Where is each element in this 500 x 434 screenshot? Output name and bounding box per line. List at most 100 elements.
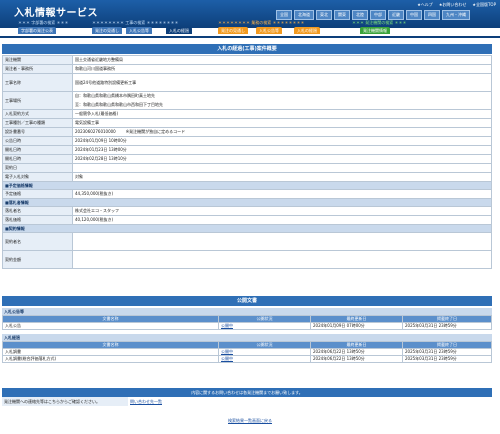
doc-name: 入札公告 bbox=[2, 322, 219, 330]
region-kanto[interactable]: 関東 bbox=[334, 10, 350, 20]
detail-label: 落札価格 bbox=[2, 215, 73, 225]
detail-value bbox=[72, 232, 492, 251]
tab-underline bbox=[0, 36, 500, 38]
detail-value: 一般競争入札(最低価格) bbox=[72, 109, 492, 119]
contact-text: 発注機関への連絡先等はこちらからご確認ください。 bbox=[2, 397, 128, 406]
progress-docs-section: 入札経過 文書名称 公開状況 最終更新日 掲載終了日 入札調書 公開中 2024… bbox=[2, 334, 492, 363]
detail-value bbox=[72, 163, 492, 173]
detail-label: 入札契約方式 bbox=[2, 109, 73, 119]
detail-value: 和歌山河川国道事務所 bbox=[72, 64, 492, 74]
detail-label: 予定価格 bbox=[2, 189, 73, 199]
table-row: 入札調書 公開中 2024年06月22日 13時50分 2025年03月31日 … bbox=[2, 348, 492, 356]
col-updated: 最終更新日 bbox=[310, 341, 403, 349]
detail-row: 電子入札対象 対象 bbox=[2, 172, 492, 182]
tab-construction-progress[interactable]: 入札の経過 bbox=[166, 27, 192, 34]
design-number: 2023060276010000 bbox=[75, 129, 116, 134]
group-title: ■落札者情報 bbox=[2, 198, 492, 207]
doc-end: 2025年03月31日 23時59分 bbox=[402, 322, 492, 330]
detail-label: 契約者名 bbox=[2, 232, 73, 251]
detail-row: 落札価格 40,120,000(税抜き) bbox=[2, 215, 492, 225]
col-doc-name: 文書名称 bbox=[2, 315, 219, 323]
col-end: 掲載終了日 bbox=[402, 315, 492, 323]
back-to-results-link[interactable]: 検索結果一覧画面に戻る bbox=[228, 418, 272, 423]
detail-value: 2024年01月23日 13時00分 bbox=[72, 145, 492, 155]
contact-banner: 内容に関するお問い合わせは各発注機関までお願い致します。 bbox=[2, 388, 492, 397]
detail-value: 2024年02月28日 13時10分 bbox=[72, 154, 492, 164]
table-row: 入札調書(総合評価落札方式) 公開中 2024年06月22日 13時50分 20… bbox=[2, 355, 492, 363]
price-group-header: ■予定価格情報 bbox=[2, 181, 492, 190]
tab-dept-publish[interactable]: 字部署の発注公表 bbox=[18, 27, 56, 34]
contract-group-header: ■契約情報 bbox=[2, 224, 492, 233]
tab-construction-notices[interactable]: 入札公告等 bbox=[126, 27, 152, 34]
detail-value: 自：和歌山県和歌山県橋本市隅田町真土地先 至：和歌山県和歌山県和歌山市西和田下丁目… bbox=[72, 91, 492, 110]
detail-value: 国土交通省近畿地方整備局 bbox=[72, 55, 492, 65]
detail-value: 電気設備工事 bbox=[72, 118, 492, 128]
col-status: 公開状況 bbox=[218, 315, 311, 323]
section-title: 入札の経過(工事)案件概要 bbox=[2, 44, 492, 54]
detail-label: 発注者・事務所 bbox=[2, 64, 73, 74]
detail-label: 落札者名 bbox=[2, 206, 73, 216]
tab-construction-outlook[interactable]: 発注の見通し bbox=[92, 27, 122, 34]
detail-value: 44,350,000(税抜き) bbox=[72, 189, 492, 199]
detail-label: 開札日時 bbox=[2, 154, 73, 164]
tab-agency-info[interactable]: 発注機関情報 bbox=[360, 27, 390, 34]
detail-label: 発注機関 bbox=[2, 55, 73, 65]
detail-value: 対象 bbox=[72, 172, 492, 182]
help-link[interactable]: ★ヘルプ bbox=[417, 2, 433, 8]
detail-row: 契約日 bbox=[2, 163, 492, 173]
tab-services-progress[interactable]: 入札の経過 bbox=[294, 27, 320, 34]
detail-label: 開札日時 bbox=[2, 145, 73, 155]
detail-label: 電子入札対象 bbox=[2, 172, 73, 182]
tab-services-outlook[interactable]: 発注の見通し bbox=[218, 27, 248, 34]
doc-end: 2025年03月31日 23時59分 bbox=[402, 348, 492, 356]
notice-docs-section: 入札公告等 文書名称 公開状況 最終更新日 掲載終了日 入札公告 公開中 202… bbox=[2, 308, 492, 330]
doc-status-link[interactable]: 公開中 bbox=[218, 322, 311, 330]
col-updated: 最終更新日 bbox=[310, 315, 403, 323]
detail-value bbox=[72, 250, 492, 269]
design-number-note: ※発注機関が独自に定めるコード bbox=[125, 129, 186, 134]
tab-bar: 字部署の発注公表 発注の見通し 入札公告等 入札の経過 発注の見通し 入札公告等… bbox=[0, 27, 500, 36]
location-to: 至：和歌山県和歌山県和歌山市西和田下丁目地先 bbox=[75, 102, 163, 107]
detail-label: 工事場所 bbox=[2, 91, 73, 110]
doc-updated: 2024年06月22日 13時50分 bbox=[310, 348, 403, 356]
public-docs-title: 公開文書 bbox=[2, 296, 492, 306]
detail-row: 開札日時 2024年02月28日 13時10分 bbox=[2, 154, 492, 164]
detail-row: 設計書番号 2023060276010000 ※発注機関が独自に定めるコード bbox=[2, 127, 492, 137]
region-zenkoku[interactable]: 全国 bbox=[276, 10, 292, 20]
doc-status-link[interactable]: 公開中 bbox=[218, 348, 311, 356]
progress-docs-table: 文書名称 公開状況 最終更新日 掲載終了日 入札調書 公開中 2024年06月2… bbox=[2, 341, 492, 363]
region-shikoku[interactable]: 四国 bbox=[424, 10, 440, 20]
detail-value: 2024年01月09日 10時00分 bbox=[72, 136, 492, 146]
case-detail-table: 発注機関 国土交通省近畿地方整備局 発注者・事務所 和歌山河川国道事務所 工事名称国… bbox=[2, 55, 492, 269]
col-end: 掲載終了日 bbox=[402, 341, 492, 349]
tab-services-notices[interactable]: 入札公告等 bbox=[256, 27, 282, 34]
region-hokkaido[interactable]: 北海道 bbox=[294, 10, 314, 20]
doc-status-link[interactable]: 公開中 bbox=[218, 355, 311, 363]
detail-value: 株式会社エコ・スタッフ bbox=[72, 206, 492, 216]
region-kyushu[interactable]: 九州・沖縄 bbox=[442, 10, 470, 20]
detail-row: 契約金額 bbox=[2, 250, 492, 269]
progress-docs-header: 入札経過 bbox=[2, 334, 492, 341]
group-title: ■契約情報 bbox=[2, 224, 492, 233]
notice-docs-header: 入札公告等 bbox=[2, 308, 492, 315]
detail-label: 契約金額 bbox=[2, 250, 73, 269]
region-chugoku[interactable]: 中国 bbox=[406, 10, 422, 20]
winner-group-header: ■落札者情報 bbox=[2, 198, 492, 207]
contact-link[interactable]: ★お問い合わせ bbox=[439, 2, 467, 8]
detail-value: 2023060276010000 ※発注機関が独自に定めるコード bbox=[72, 127, 492, 137]
contact-list-link[interactable]: 問い合わせ先一覧 bbox=[128, 397, 162, 406]
tab-group-agency: ＊＊＊ 発注機関の検索 ＊＊＊ bbox=[352, 20, 407, 25]
region-hokuriku[interactable]: 北陸 bbox=[352, 10, 368, 20]
region-chubu[interactable]: 中部 bbox=[370, 10, 386, 20]
detail-row: 予定価格 44,350,000(税抜き) bbox=[2, 189, 492, 199]
doc-updated: 2024年01月09日 07時00分 bbox=[310, 322, 403, 330]
region-kinki[interactable]: 近畿 bbox=[388, 10, 404, 20]
detail-row: 工事名称 国道24号他道路特別設備更新工事 bbox=[2, 73, 492, 92]
detail-row: 落札者名 株式会社エコ・スタッフ bbox=[2, 206, 492, 216]
detail-label: 公告日時 bbox=[2, 136, 73, 146]
region-tohoku[interactable]: 東北 bbox=[316, 10, 332, 20]
national-top-link[interactable]: ★全国版TOP bbox=[472, 2, 496, 8]
detail-row: 契約者名 bbox=[2, 232, 492, 251]
detail-row: 開札日時 2024年01月23日 13時00分 bbox=[2, 145, 492, 155]
detail-row: 工事種別／工事の種類 電気設備工事 bbox=[2, 118, 492, 128]
